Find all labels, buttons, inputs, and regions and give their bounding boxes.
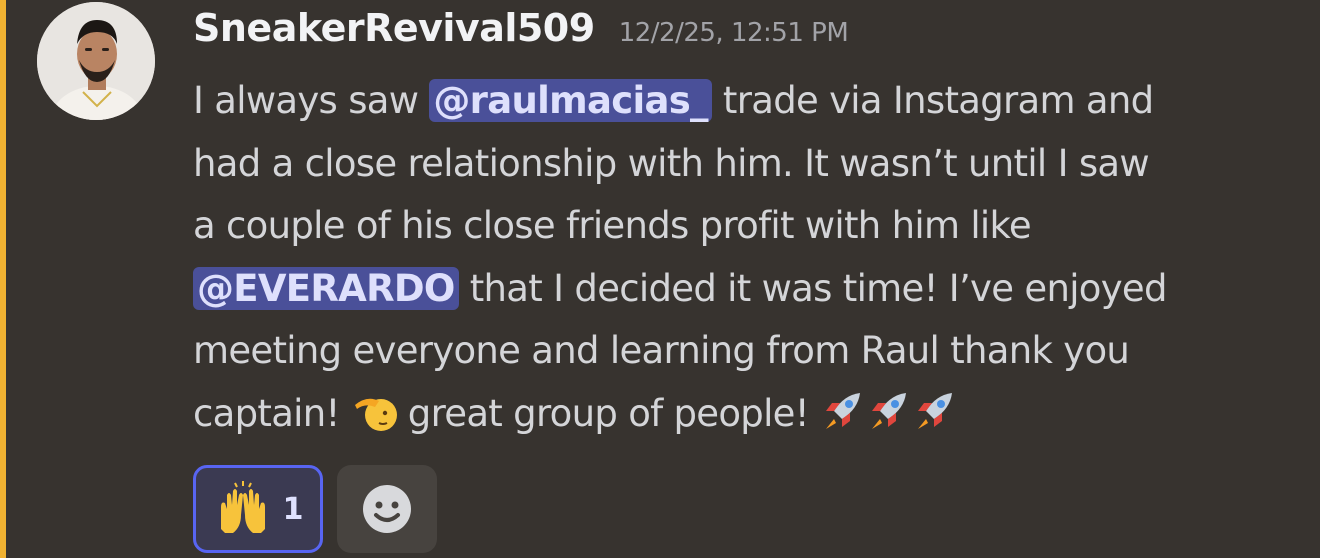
mention-raulmacias[interactable]: @raulmacias_	[429, 79, 712, 122]
message-text: great group of people!	[396, 391, 820, 435]
add-reaction-smiley-icon	[363, 485, 411, 533]
avatar[interactable]	[37, 2, 155, 120]
timestamp[interactable]: 12/2/25, 12:51 PM	[619, 18, 849, 48]
message-line: had a close relationship with him. It wa…	[193, 141, 1150, 185]
message-line: captain! great group of people!	[193, 383, 1303, 446]
message-line: I always saw @raulmacias_ trade via Inst…	[193, 70, 1303, 133]
message-text: I always saw	[193, 79, 430, 122]
reactions-bar: 1	[193, 465, 437, 553]
message-line: a couple of his close friends profit wit…	[193, 204, 1032, 247]
rocket-icon	[912, 389, 958, 433]
raising-hands-icon	[213, 479, 273, 539]
highlight-accent-bar	[0, 0, 6, 558]
message-text: that I decided it was time! I’ve enjoyed	[458, 266, 1168, 310]
rocket-icon	[820, 389, 866, 433]
mention-everardo[interactable]: @EVERARDO	[193, 266, 459, 310]
message-text: captain!	[193, 391, 351, 435]
rocket-icon	[866, 389, 912, 433]
message-header: SneakerRevival509 12/2/25, 12:51 PM	[193, 6, 849, 64]
reaction-count: 1	[282, 491, 304, 527]
add-reaction-button[interactable]	[337, 465, 437, 553]
message-text: trade via Instagram and	[711, 79, 1154, 122]
message-line: @EVERARDO that I decided it was time! I’…	[193, 258, 1303, 321]
message-line: meeting everyone and learning from Raul …	[193, 329, 1130, 372]
reaction-raising-hands[interactable]: 1	[193, 465, 323, 553]
message-container: SneakerRevival509 12/2/25, 12:51 PM I al…	[0, 0, 1320, 558]
username[interactable]: SneakerRevival509	[193, 6, 595, 50]
user-avatar-photo	[37, 2, 155, 120]
saluting-face-icon	[351, 389, 397, 433]
message-content: I always saw @raulmacias_ trade via Inst…	[193, 70, 1303, 445]
